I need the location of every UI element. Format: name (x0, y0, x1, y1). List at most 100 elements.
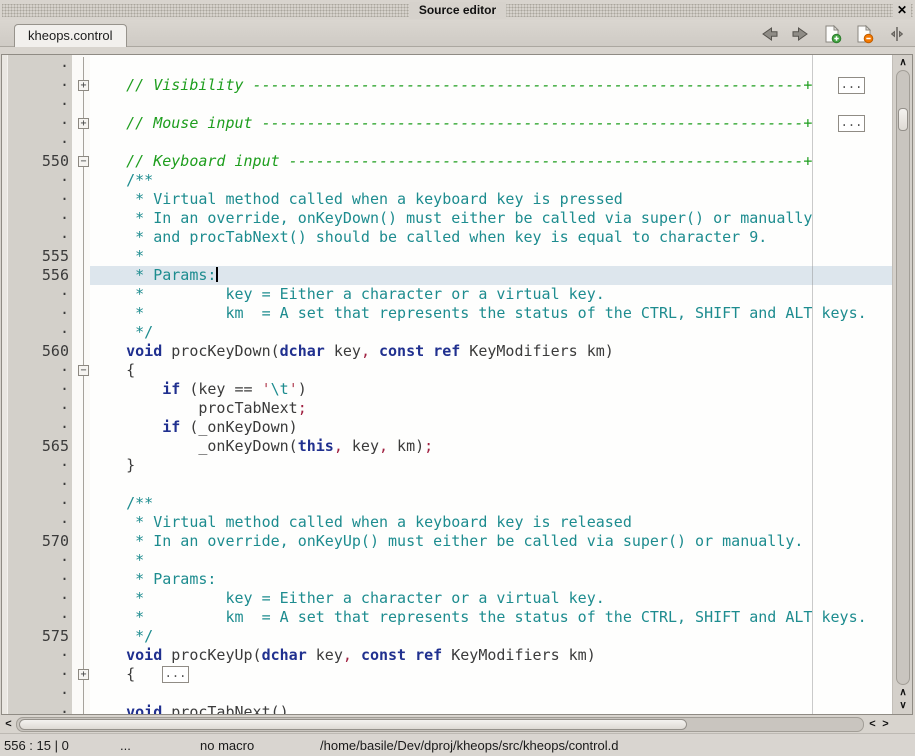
code-line[interactable]: · void procKeyUp(dchar key, const ref Ke… (2, 646, 892, 665)
horizontal-scroll-track[interactable] (16, 717, 864, 732)
line-number[interactable]: · (8, 57, 69, 76)
line-number[interactable]: · (8, 228, 69, 247)
code-line[interactable]: 556 * Params: (2, 266, 892, 285)
scroll-up-icon[interactable]: ∧ (893, 56, 913, 69)
code-line[interactable]: · * key = Either a character or a virtua… (2, 589, 892, 608)
line-number[interactable]: · (8, 608, 69, 627)
code-line[interactable]: · void procTabNext() (2, 703, 892, 714)
code-line[interactable]: · * Params: (2, 570, 892, 589)
scroll-left-icon[interactable]: < (866, 716, 879, 733)
scroll-right-icon[interactable]: > (879, 716, 892, 733)
code-line[interactable]: ·− { (2, 361, 892, 380)
code-line[interactable]: · * In an override, onKeyDown() must eit… (2, 209, 892, 228)
code-line[interactable]: · (2, 57, 892, 76)
line-number[interactable]: · (8, 665, 69, 684)
code-line[interactable]: · /** (2, 494, 892, 513)
line-number[interactable]: · (8, 190, 69, 209)
close-icon[interactable]: ✕ (893, 2, 911, 19)
line-number[interactable]: · (8, 418, 69, 437)
line-number[interactable]: · (8, 361, 69, 380)
line-number[interactable]: · (8, 646, 69, 665)
line-number[interactable]: 565 (8, 437, 69, 456)
code-line[interactable]: · procTabNext; (2, 399, 892, 418)
code-line[interactable]: · (2, 133, 892, 152)
line-number[interactable]: · (8, 570, 69, 589)
line-number[interactable]: 555 (8, 247, 69, 266)
code-line[interactable]: ·+ // Mouse input ----------------------… (2, 114, 892, 133)
code-line[interactable]: · (2, 475, 892, 494)
code-line[interactable]: · * km = A set that represents the statu… (2, 304, 892, 323)
scroll-left-icon[interactable]: < (2, 716, 15, 733)
line-number[interactable]: · (8, 209, 69, 228)
code-line[interactable]: ·+ // Visibility -----------------------… (2, 76, 892, 95)
code-line[interactable]: · * km = A set that represents the statu… (2, 608, 892, 627)
code-line[interactable]: · * Virtual method called when a keyboar… (2, 190, 892, 209)
fold-expand-icon[interactable]: + (78, 80, 89, 91)
line-number[interactable]: · (8, 304, 69, 323)
scroll-up-icon[interactable]: ∧ (893, 686, 913, 699)
code-line[interactable]: ·+ {... (2, 665, 892, 684)
line-number[interactable]: · (8, 513, 69, 532)
tab-kheops-control[interactable]: kheops.control (14, 24, 127, 47)
line-number[interactable]: · (8, 95, 69, 114)
line-number[interactable]: · (8, 171, 69, 190)
code-line[interactable]: 570 * In an override, onKeyUp() must eit… (2, 532, 892, 551)
line-number[interactable]: · (8, 494, 69, 513)
line-number[interactable]: 550 (8, 152, 69, 171)
code-line[interactable]: · * key = Either a character or a virtua… (2, 285, 892, 304)
fold-collapse-icon[interactable]: − (78, 365, 89, 376)
line-number[interactable]: · (8, 551, 69, 570)
line-number[interactable]: · (8, 323, 69, 342)
line-number[interactable]: · (8, 703, 69, 714)
line-number[interactable]: · (8, 456, 69, 475)
code-line[interactable]: 560 void procKeyDown(dchar key, const re… (2, 342, 892, 361)
code-editor[interactable]: ··+ // Visibility ----------------------… (1, 54, 913, 715)
code-line[interactable]: · * (2, 551, 892, 570)
code-line[interactable]: 575 */ (2, 627, 892, 646)
code-line[interactable]: 565 _onKeyDown(this, key, km); (2, 437, 892, 456)
code-line[interactable]: · } (2, 456, 892, 475)
vertical-scroll-track[interactable] (896, 70, 910, 685)
detach-splitter-icon[interactable] (886, 25, 907, 44)
line-number[interactable]: 575 (8, 627, 69, 646)
code-line[interactable]: · */ (2, 323, 892, 342)
document-remove-icon[interactable] (854, 25, 875, 44)
line-number[interactable]: · (8, 133, 69, 152)
line-number[interactable]: · (8, 380, 69, 399)
folded-code-ellipsis[interactable]: ... (838, 115, 865, 132)
code-line[interactable]: · (2, 684, 892, 703)
code-line[interactable]: · /** (2, 171, 892, 190)
code-line[interactable]: · if (_onKeyDown) (2, 418, 892, 437)
code-line[interactable]: 555 * (2, 247, 892, 266)
line-number[interactable]: · (8, 285, 69, 304)
code-line[interactable]: · * Virtual method called when a keyboar… (2, 513, 892, 532)
vertical-scrollbar[interactable]: ∧ ∧ ∨ (892, 55, 912, 714)
line-number[interactable]: · (8, 684, 69, 703)
scroll-down-icon[interactable]: ∨ (893, 699, 913, 712)
line-number[interactable]: · (8, 114, 69, 133)
line-number[interactable]: · (8, 399, 69, 418)
line-number[interactable]: 560 (8, 342, 69, 361)
code-lines[interactable]: ··+ // Visibility ----------------------… (2, 57, 892, 714)
code-line[interactable]: 550− // Keyboard input -----------------… (2, 152, 892, 171)
line-number[interactable]: · (8, 76, 69, 95)
code-line[interactable]: · if (key == '\t') (2, 380, 892, 399)
code-line[interactable]: · (2, 95, 892, 114)
fold-expand-icon[interactable]: + (78, 669, 89, 680)
nav-forward-icon[interactable] (790, 25, 811, 44)
line-number[interactable]: · (8, 475, 69, 494)
horizontal-scroll-thumb[interactable] (19, 719, 687, 730)
line-number[interactable]: 570 (8, 532, 69, 551)
nav-back-icon[interactable] (758, 25, 779, 44)
line-number[interactable]: 556 (8, 266, 69, 285)
folded-code-ellipsis[interactable]: ... (162, 666, 189, 683)
code-line[interactable]: · * and procTabNext() should be called w… (2, 228, 892, 247)
document-add-icon[interactable] (822, 25, 843, 44)
vertical-scroll-thumb[interactable] (898, 108, 908, 131)
fold-collapse-icon[interactable]: − (78, 156, 89, 167)
horizontal-scrollbar[interactable]: < < > (0, 716, 915, 733)
folded-code-ellipsis[interactable]: ... (838, 77, 865, 94)
titlebar[interactable]: Source editor ✕ (0, 0, 915, 20)
line-number[interactable]: · (8, 589, 69, 608)
fold-expand-icon[interactable]: + (78, 118, 89, 129)
